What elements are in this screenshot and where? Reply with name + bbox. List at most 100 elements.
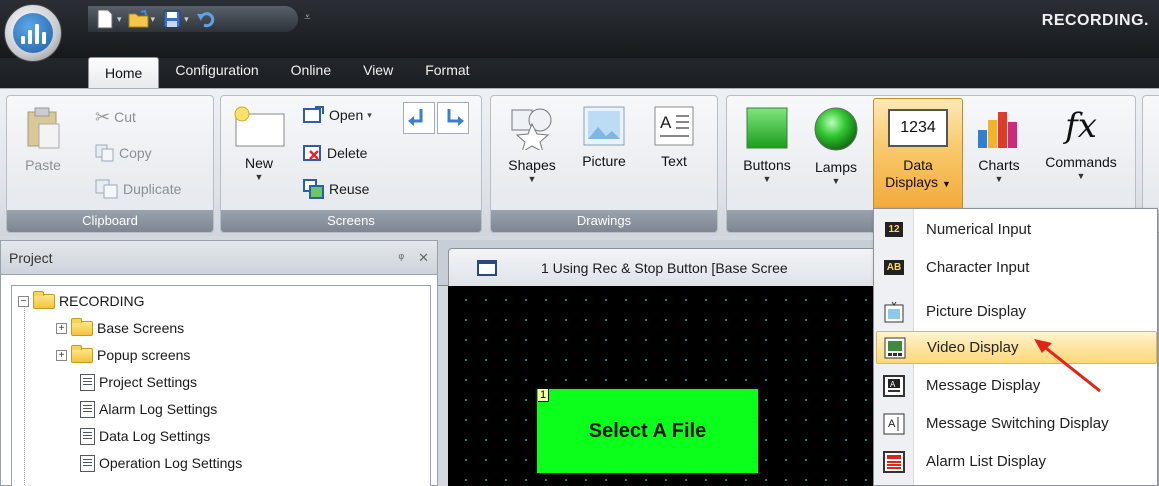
menu-item-alarm-list-display[interactable]: Alarm List Display: [876, 445, 1157, 478]
tree-item-recording[interactable]: − RECORDING: [18, 288, 145, 314]
settings-document-icon: [80, 454, 95, 472]
data-displays-button[interactable]: 1234 Data Displays ▼: [873, 98, 963, 210]
lamps-button[interactable]: Lamps ▼: [803, 106, 869, 186]
menu-item-character-input[interactable]: AB Character Input: [876, 251, 1157, 284]
previous-screen-button[interactable]: [403, 102, 435, 134]
tab-format[interactable]: Format: [409, 55, 485, 87]
window-icon: [477, 259, 497, 276]
chevron-down-icon: ▼: [527, 174, 537, 184]
delete-screen-button[interactable]: Delete: [303, 142, 367, 164]
arrow-left-icon: [408, 109, 423, 126]
chevron-down-icon[interactable]: ▾: [151, 14, 156, 25]
project-panel: Project ᵠ ✕ − RECORDING + Base Screens +…: [0, 240, 438, 486]
shapes-button[interactable]: Shapes ▼: [499, 106, 565, 184]
picture-display-icon: [882, 301, 906, 323]
reuse-icon: [303, 179, 324, 199]
screens-group-label: Screens: [221, 210, 481, 232]
save-icon[interactable]: [161, 9, 183, 29]
tab-home[interactable]: Home: [88, 57, 160, 89]
charts-button[interactable]: Charts ▼: [967, 106, 1031, 184]
collapse-icon[interactable]: −: [18, 295, 29, 307]
menu-item-video-display[interactable]: Video Display: [876, 331, 1157, 364]
screen-tab-strip: 1 Using Rec & Stop Button [Base Scree: [438, 240, 878, 286]
message-display-icon: A: [882, 374, 906, 397]
tree-item-popup-screens[interactable]: + Popup screens: [56, 342, 190, 368]
open-folder-icon[interactable]: [128, 9, 150, 29]
picture-button[interactable]: Picture: [571, 106, 637, 170]
shapes-icon: [511, 108, 552, 154]
clipboard-group-label: Clipboard: [7, 210, 213, 232]
chevron-down-icon: ▼: [1076, 171, 1086, 181]
project-tree: − RECORDING + Base Screens + Popup scree…: [11, 285, 431, 486]
copy-button[interactable]: Copy: [95, 142, 152, 164]
select-file-label: Select A File: [588, 419, 707, 442]
project-panel-header: Project ᵠ ✕: [1, 241, 437, 275]
function-icon: fx: [1065, 106, 1097, 146]
paste-icon: [27, 107, 60, 149]
reuse-screen-button[interactable]: Reuse: [303, 178, 369, 200]
expand-icon[interactable]: +: [56, 322, 67, 334]
chevron-down-icon[interactable]: ▾: [184, 14, 189, 25]
svg-text:A: A: [660, 113, 672, 132]
delete-icon: [303, 145, 321, 161]
folder-icon: [71, 317, 93, 336]
select-file-button[interactable]: 1 Select A File: [535, 387, 760, 475]
menu-item-picture-display[interactable]: Picture Display: [876, 295, 1157, 328]
button-part-icon: [746, 107, 788, 149]
settings-document-icon: [80, 427, 95, 445]
character-input-icon: AB: [882, 257, 906, 279]
undo-icon[interactable]: [195, 9, 217, 29]
chevron-down-icon: ▼: [831, 176, 841, 186]
data-displays-menu: 12 Numerical Input AB Character Input Pi…: [873, 208, 1158, 486]
picture-icon: [583, 106, 625, 146]
menu-item-message-switching-display[interactable]: A Message Switching Display: [876, 407, 1157, 440]
duplicate-button[interactable]: Duplicate: [95, 178, 181, 200]
charts-icon: [978, 112, 1017, 148]
tab-configuration[interactable]: Configuration: [159, 55, 274, 87]
menu-item-numerical-input[interactable]: 12 Numerical Input: [876, 213, 1157, 246]
tab-view[interactable]: View: [347, 55, 409, 87]
buttons-button[interactable]: Buttons ▼: [733, 106, 801, 184]
open-screen-button[interactable]: Open ▾: [303, 104, 372, 126]
chevron-down-icon: ▾: [367, 109, 372, 120]
clipboard-group: Paste ✂ Cut Copy Duplicate Clipboard: [6, 95, 214, 233]
paste-button[interactable]: Paste: [15, 106, 71, 174]
tree-item-project-settings[interactable]: Project Settings: [80, 369, 197, 395]
cut-button[interactable]: ✂ Cut: [95, 106, 136, 128]
screen-tab-title: 1 Using Rec & Stop Button [Base Scree: [541, 259, 788, 276]
chevron-down-icon: ▼: [941, 179, 951, 189]
screen-tab[interactable]: 1 Using Rec & Stop Button [Base Scree: [448, 248, 878, 286]
new-file-icon[interactable]: [94, 9, 116, 29]
chevron-down-icon: ▼: [994, 174, 1004, 184]
commands-button[interactable]: fx Commands ▼: [1033, 106, 1129, 181]
message-switching-icon: A: [882, 413, 906, 435]
part-index-badge: 1: [538, 389, 550, 402]
tree-item-alarm-log-settings[interactable]: Alarm Log Settings: [80, 396, 217, 422]
tree-item-base-screens[interactable]: + Base Screens: [56, 315, 184, 341]
chevron-down-icon[interactable]: ▾: [117, 14, 122, 25]
application-menu-button[interactable]: [4, 4, 62, 62]
close-icon[interactable]: ✕: [418, 250, 429, 266]
customize-toolbar-icon[interactable]: ⩡: [304, 10, 311, 25]
text-button[interactable]: A Text: [641, 106, 707, 170]
drawings-group-label: Drawings: [491, 210, 717, 232]
pin-icon[interactable]: ᵠ: [398, 250, 404, 266]
project-panel-title: Project: [9, 249, 53, 266]
menu-item-message-display[interactable]: A Message Display: [876, 369, 1157, 402]
title-bar: ▾ ▾ ▾ ⩡ RECORDING.: [0, 0, 1159, 58]
numerical-input-icon: 12: [882, 219, 906, 241]
tree-item-operation-log-settings[interactable]: Operation Log Settings: [80, 450, 242, 476]
new-screen-icon: [234, 106, 285, 147]
duplicate-icon: [95, 179, 118, 199]
next-screen-button[interactable]: [437, 102, 469, 134]
text-icon: A: [654, 106, 694, 146]
chevron-down-icon: ▼: [762, 174, 772, 184]
ribbon-tabs: Home Configuration Online View Format: [72, 55, 486, 89]
new-screen-button[interactable]: New ▼: [229, 104, 289, 182]
settings-document-icon: [80, 400, 95, 418]
annotation-arrow: [1034, 339, 1101, 393]
tab-online[interactable]: Online: [275, 55, 347, 87]
expand-icon[interactable]: +: [56, 349, 67, 361]
tree-item-data-log-settings[interactable]: Data Log Settings: [80, 423, 210, 449]
screens-group: New ▼ Open ▾ Delete Reuse Screens: [220, 95, 482, 233]
